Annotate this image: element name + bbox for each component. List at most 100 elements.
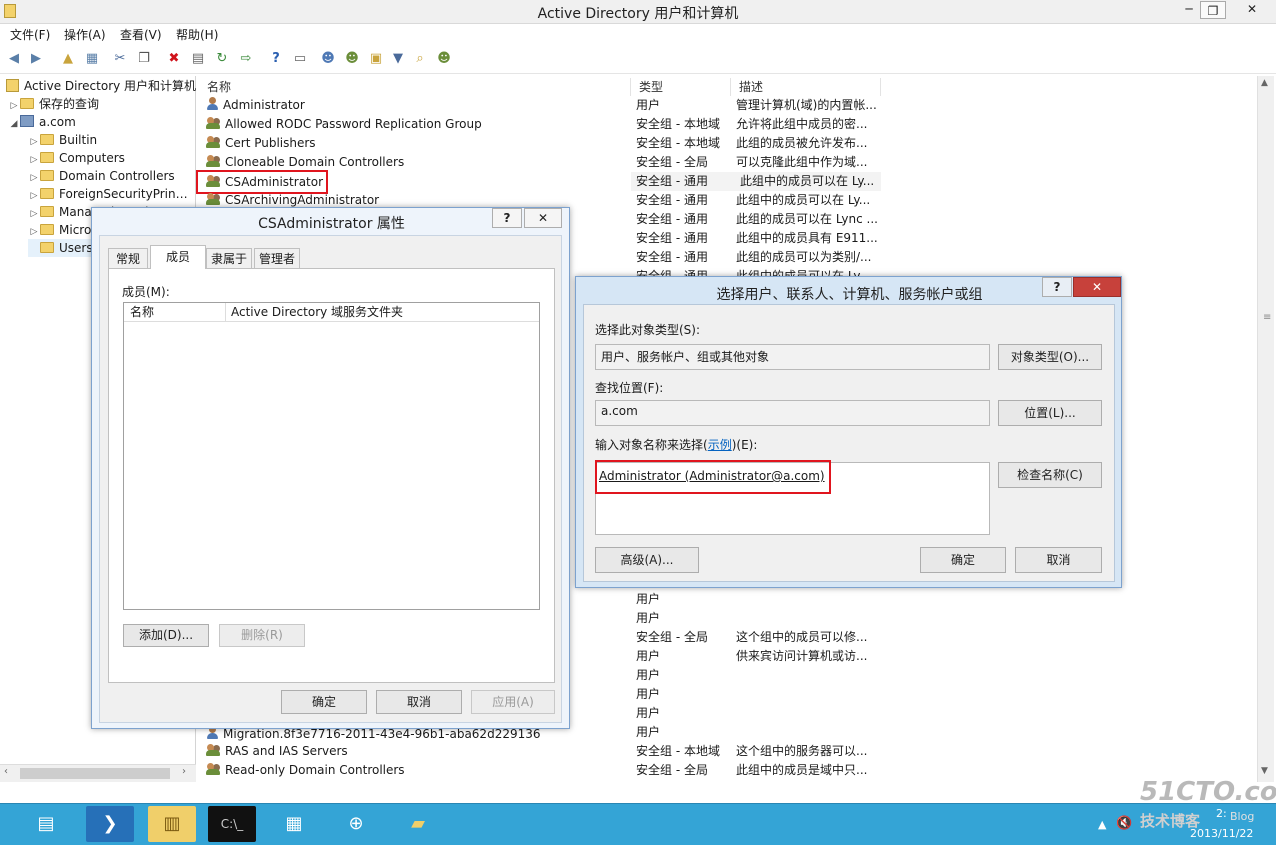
list-item[interactable]: Read-only Domain Controllers — [206, 761, 405, 780]
list-item-type: 用户 — [636, 687, 661, 701]
tab-general[interactable]: 常规 — [108, 248, 148, 268]
tree-item-computers[interactable]: ▷ Computers — [28, 149, 125, 167]
delete-icon[interactable]: ✖ — [164, 49, 184, 69]
ad-tools-icon[interactable]: ▰ — [394, 806, 442, 842]
speaker-muted-icon[interactable]: 🔇 — [1116, 816, 1132, 831]
tab-members[interactable]: 成员 — [150, 245, 206, 269]
back-icon[interactable]: ◀ — [4, 49, 24, 69]
expand-arrow-icon[interactable]: ▷ — [28, 187, 40, 203]
list-item-desc: 此组的成员被允许发布... — [736, 136, 868, 150]
folder-icon — [40, 134, 54, 145]
network-icon[interactable]: ⊕ — [332, 806, 380, 842]
members-column-folder[interactable]: Active Directory 域服务文件夹 — [226, 303, 539, 322]
remove-member-button[interactable]: 删除(R) — [219, 624, 305, 647]
export-icon[interactable]: ⇨ — [236, 49, 256, 69]
clock-time[interactable]: 2: — [1216, 807, 1227, 820]
list-item[interactable]: Cert Publishers — [206, 134, 316, 153]
clock-date[interactable]: 2013/11/22 — [1190, 827, 1253, 840]
expand-arrow-icon[interactable]: ▷ — [28, 205, 40, 221]
new-ou-icon[interactable]: ▣ — [366, 49, 386, 69]
check-names-button[interactable]: 检查名称(C) — [998, 462, 1102, 488]
tree-item-foreign-security[interactable]: ▷ForeignSecurityPrincipals — [28, 185, 194, 203]
close-button[interactable]: ✕ — [1230, 0, 1274, 20]
list-vertical-scrollbar[interactable]: ▲ ≡ ▼ — [1257, 76, 1274, 782]
props-close-button[interactable]: ✕ — [524, 208, 562, 228]
new-group-icon[interactable]: ☻ — [342, 49, 362, 69]
server-manager-icon[interactable]: ▤ — [22, 806, 70, 842]
props-apply-button[interactable]: 应用(A) — [471, 690, 555, 714]
tree-horizontal-scrollbar[interactable]: ‹ › — [0, 764, 196, 782]
scroll-thumb[interactable] — [20, 768, 170, 779]
copy-icon[interactable]: ❐ — [134, 49, 154, 69]
column-header-description[interactable]: 描述 — [731, 78, 881, 96]
find-icon[interactable]: ⌕ — [410, 49, 430, 69]
list-item[interactable]: RAS and IAS Servers — [206, 742, 348, 761]
menu-help[interactable]: 帮助(H) — [176, 26, 218, 43]
members-label: 成员(M): — [122, 285, 170, 299]
object-types-button[interactable]: 对象类型(O)... — [998, 344, 1102, 370]
members-list[interactable] — [123, 302, 540, 610]
tree-item-saved-queries[interactable]: ▷ 保存的查询 — [8, 95, 99, 113]
tree-root[interactable]: Active Directory 用户和计算机 — [6, 77, 196, 95]
column-header-name[interactable]: 名称 — [199, 78, 631, 96]
cmd-icon[interactable]: C:\_ — [208, 806, 256, 842]
filter-icon[interactable]: ▼ — [388, 49, 408, 69]
scroll-right-icon[interactable]: › — [182, 766, 186, 777]
menu-file[interactable]: 文件(F) — [10, 26, 50, 43]
examples-link[interactable]: 示例 — [708, 438, 732, 452]
new-user-icon[interactable]: ☻ — [318, 49, 338, 69]
props-help-button[interactable]: ? — [492, 208, 522, 228]
tray-expand-icon[interactable]: ▲ — [1098, 818, 1106, 831]
refresh-icon[interactable]: ↻ — [212, 49, 232, 69]
console-tree-icon[interactable]: ▦ — [82, 49, 102, 69]
control-panel-icon[interactable]: ▦ — [270, 806, 318, 842]
explorer-icon[interactable]: ▥ — [148, 806, 196, 842]
list-item-type: 安全组 - 通用 — [636, 212, 708, 226]
advanced-button[interactable]: 高级(A)... — [595, 547, 699, 573]
tab-managed-by[interactable]: 管理者 — [254, 248, 300, 268]
powershell-icon[interactable]: ❯ — [86, 806, 134, 842]
locations-button[interactable]: 位置(L)... — [998, 400, 1102, 426]
view-icon[interactable]: ▭ — [290, 49, 310, 69]
scroll-up-icon[interactable]: ▲ — [1261, 78, 1268, 88]
tree-item-domain[interactable]: ◢ a.com — [8, 113, 76, 131]
location-field: a.com — [595, 400, 990, 426]
properties-icon[interactable]: ▤ — [188, 49, 208, 69]
members-column-name[interactable]: 名称 — [124, 303, 226, 322]
cut-icon[interactable]: ✂ — [110, 49, 130, 69]
list-item-type: 用户 — [636, 611, 661, 625]
entered-object-name[interactable]: Administrator (Administrator@a.com) — [599, 469, 825, 483]
add-member-button[interactable]: 添加(D)... — [123, 624, 209, 647]
folder-icon — [40, 242, 54, 253]
list-item[interactable]: Allowed RODC Password Replication Group — [206, 115, 482, 134]
list-item-type: 安全组 - 本地域 — [636, 136, 720, 150]
menu-action[interactable]: 操作(A) — [64, 26, 106, 43]
up-icon[interactable]: ▲ — [58, 49, 78, 69]
select-close-button[interactable]: ✕ — [1073, 277, 1121, 297]
menu-view[interactable]: 查看(V) — [120, 26, 162, 43]
expand-arrow-icon[interactable]: ▷ — [28, 223, 40, 239]
group-icon — [206, 135, 222, 149]
scroll-left-icon[interactable]: ‹ — [4, 766, 8, 777]
column-header-type[interactable]: 类型 — [631, 78, 731, 96]
scroll-grip-icon[interactable]: ≡ — [1263, 312, 1271, 323]
collapse-arrow-icon[interactable]: ◢ — [8, 115, 20, 133]
watermark-blog: Blog — [1230, 810, 1255, 823]
list-item-type: 安全组 - 本地域 — [636, 744, 720, 758]
props-ok-button[interactable]: 确定 — [281, 690, 367, 714]
props-cancel-button[interactable]: 取消 — [376, 690, 462, 714]
scroll-down-icon[interactable]: ▼ — [1261, 766, 1268, 776]
select-help-button[interactable]: ? — [1042, 277, 1072, 297]
tree-item-domain-controllers[interactable]: ▷ Domain Controllers — [28, 167, 175, 185]
add-to-group-icon[interactable]: ☻ — [434, 49, 454, 69]
list-item[interactable]: Administrator — [206, 96, 305, 115]
tab-member-of[interactable]: 隶属于 — [206, 248, 252, 268]
select-ok-button[interactable]: 确定 — [920, 547, 1006, 573]
select-cancel-button[interactable]: 取消 — [1015, 547, 1102, 573]
restore-button[interactable]: ❐ — [1200, 1, 1226, 19]
list-item-type: 安全组 - 通用 — [636, 193, 708, 207]
folder-icon — [20, 98, 34, 109]
tree-item-builtin[interactable]: ▷ Builtin — [28, 131, 98, 149]
help-icon[interactable]: ? — [266, 49, 286, 69]
forward-icon[interactable]: ▶ — [26, 49, 46, 69]
